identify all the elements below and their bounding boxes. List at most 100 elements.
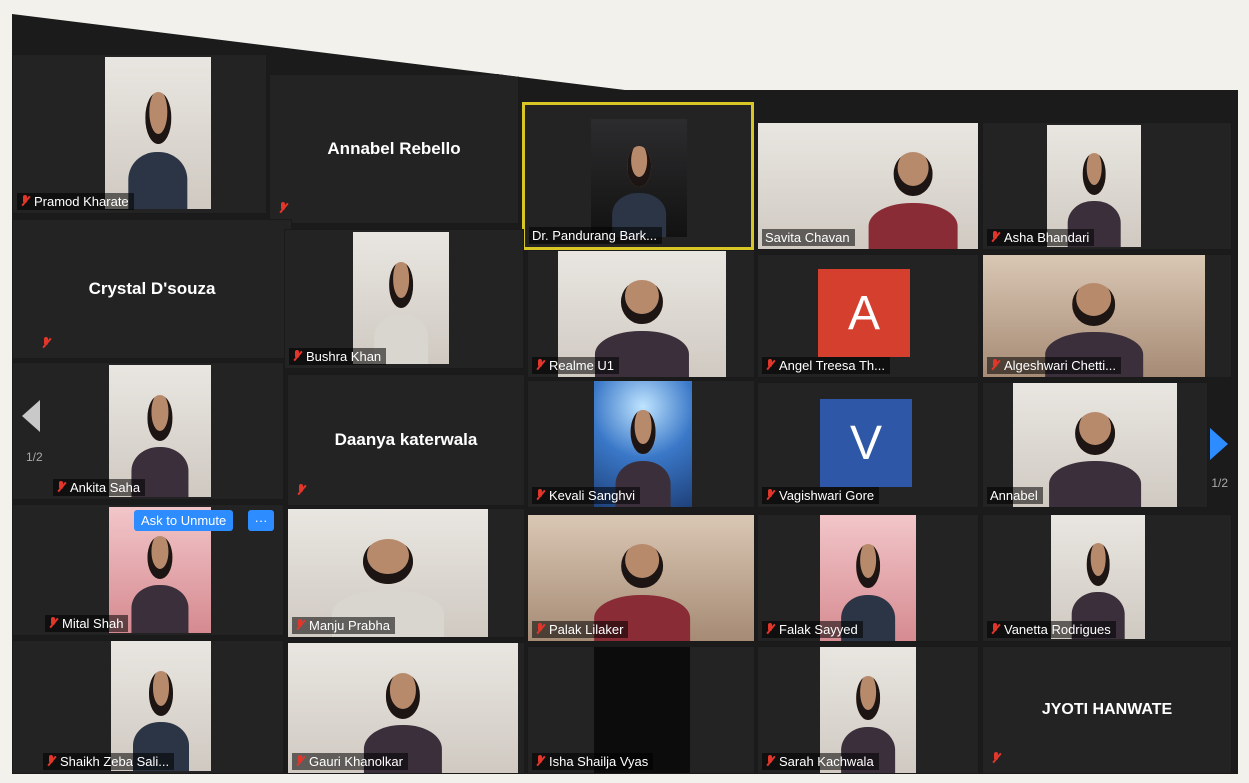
participant-tile-pandurang[interactable]: Dr. Pandurang Bark... (522, 102, 754, 250)
participant-tile-pramod[interactable]: Pramod Kharate (12, 54, 267, 214)
participant-figure (131, 530, 189, 633)
participant-name: Sarah Kachwala (779, 754, 874, 769)
avatar: A (818, 269, 910, 357)
muted-mic-icon (296, 484, 306, 497)
gallery-view: Pramod Kharate Annabel Rebello Dr. Pandu… (12, 14, 1238, 774)
participant-namebar: Asha Bhandari (987, 229, 1095, 246)
participant-tile-palak[interactable]: Palak Lilaker (527, 514, 755, 642)
participant-tile-ankita[interactable]: Ankita Saha (12, 362, 284, 500)
participant-name: Ankita Saha (70, 480, 141, 495)
participant-tile-shaikh[interactable]: Shaikh Zeba Sali... (12, 640, 284, 774)
participant-figure (868, 146, 958, 249)
ask-to-unmute-button[interactable]: Ask to Unmute (134, 510, 234, 531)
participant-tile-vagishwari[interactable]: V Vagishwari Gore (757, 382, 979, 508)
participant-name: Falak Sayyed (779, 622, 858, 637)
participant-name: Shaikh Zeba Sali... (60, 754, 170, 769)
participant-namebar: Mital Shah (45, 615, 129, 632)
participant-namebar: Pramod Kharate (17, 193, 134, 210)
participant-figure (1049, 406, 1141, 507)
participant-name: Isha Shailja Vyas (549, 754, 649, 769)
participant-name: JYOTI HANWATE (1041, 701, 1173, 718)
participant-name: Kevali Sanghvi (549, 488, 635, 503)
participant-tile-annabel[interactable]: Annabel (982, 382, 1208, 508)
muted-mic-icon (292, 350, 302, 363)
participant-tile-sarah[interactable]: Sarah Kachwala (757, 646, 979, 774)
muted-mic-icon (295, 755, 305, 768)
previous-page-arrow-icon[interactable] (22, 400, 40, 432)
participant-video (111, 641, 211, 771)
participant-name: Vanetta Rodrigues (1004, 622, 1111, 637)
muted-mic-icon (46, 755, 56, 768)
page-indicator-left: 1/2 (26, 450, 43, 464)
muted-mic-icon (535, 489, 545, 502)
participant-name: Palak Lilaker (549, 622, 624, 637)
participant-name: Bushra Khan (306, 349, 382, 364)
participant-tile-kevali[interactable]: Kevali Sanghvi (527, 380, 755, 508)
avatar: V (820, 399, 912, 487)
participant-namebar: Dr. Pandurang Bark... (529, 227, 663, 244)
participant-tile-realme[interactable]: Realme U1 (527, 250, 755, 378)
muted-mic-icon (990, 623, 1000, 636)
muted-mic-icon (278, 202, 288, 215)
participant-tile-vanetta[interactable]: Vanetta Rodrigues (982, 514, 1232, 642)
participant-tile-angel[interactable]: A Angel Treesa Th... (757, 254, 979, 378)
muted-mic-icon (765, 755, 775, 768)
muted-mic-icon (535, 359, 545, 372)
participant-namebar: Kevali Sanghvi (532, 487, 640, 504)
participant-name: Gauri Khanolkar (309, 754, 403, 769)
muted-mic-icon (20, 195, 30, 208)
participant-namebar: Vagishwari Gore (762, 487, 880, 504)
participant-tile-manju[interactable]: Manju Prabha (287, 508, 525, 638)
muted-mic-icon (991, 752, 1001, 765)
participant-name: Realme U1 (549, 358, 615, 373)
muted-mic-icon (765, 359, 775, 372)
participant-namebar: Annabel (987, 487, 1043, 504)
participant-namebar: Angel Treesa Th... (762, 357, 890, 374)
participant-figure (128, 84, 188, 209)
muted-mic-icon (990, 231, 1000, 244)
participant-tile-jyoti[interactable]: JYOTI HANWATE (982, 646, 1232, 774)
participant-name: Asha Bhandari (1004, 230, 1090, 245)
participant-name: Dr. Pandurang Bark... (532, 228, 658, 243)
participant-tile-gauri[interactable]: Gauri Khanolkar (287, 642, 525, 774)
participant-tile-falak[interactable]: Falak Sayyed (757, 514, 979, 642)
participant-namebar: Bushra Khan (289, 348, 387, 365)
participant-tile-savita[interactable]: Savita Chavan (757, 122, 979, 250)
muted-mic-icon (535, 755, 545, 768)
participant-namebar: Gauri Khanolkar (292, 753, 408, 770)
participant-tile-crystal[interactable]: Crystal D'souza (12, 219, 292, 359)
participant-name: Crystal D'souza (88, 279, 216, 298)
next-page-arrow-icon[interactable] (1210, 428, 1228, 460)
participant-tile-algeshwari[interactable]: Algeshwari Chetti... (982, 254, 1232, 378)
participant-name: Mital Shah (62, 616, 124, 631)
muted-mic-icon (765, 489, 775, 502)
participant-namebar: Falak Sayyed (762, 621, 863, 638)
participant-figure (612, 140, 666, 237)
participant-name: Savita Chavan (765, 230, 850, 245)
participant-name: Manju Prabha (309, 618, 390, 633)
participant-video (591, 119, 687, 237)
participant-name: Algeshwari Chetti... (1004, 358, 1116, 373)
participant-namebar: Sarah Kachwala (762, 753, 879, 770)
participant-namebar: Palak Lilaker (532, 621, 629, 638)
muted-mic-icon (535, 623, 545, 636)
more-options-button[interactable]: ··· (248, 510, 274, 531)
muted-mic-icon (765, 623, 775, 636)
participant-name: Annabel Rebello (327, 139, 461, 158)
participant-tile-isha[interactable]: Isha Shailja Vyas (527, 646, 755, 774)
page-indicator-right: 1/2 (1211, 476, 1228, 490)
participant-namebar: Manju Prabha (292, 617, 395, 634)
participant-name: Pramod Kharate (34, 194, 129, 209)
muted-mic-icon (48, 617, 58, 630)
participant-namebar: Realme U1 (532, 357, 620, 374)
participant-namebar: Isha Shailja Vyas (532, 753, 654, 770)
participant-name: Annabel (990, 488, 1038, 503)
participant-tile-annabel-rebello[interactable]: Annabel Rebello (269, 74, 519, 224)
muted-mic-icon (56, 481, 66, 494)
participant-video (105, 57, 211, 209)
participant-tile-asha[interactable]: Asha Bhandari (982, 122, 1232, 250)
participant-tile-bushra[interactable]: Bushra Khan (284, 229, 524, 369)
participant-name: Vagishwari Gore (779, 488, 875, 503)
participant-tile-daanya[interactable]: Daanya katerwala (287, 374, 525, 506)
participant-namebar: Ankita Saha (53, 479, 146, 496)
